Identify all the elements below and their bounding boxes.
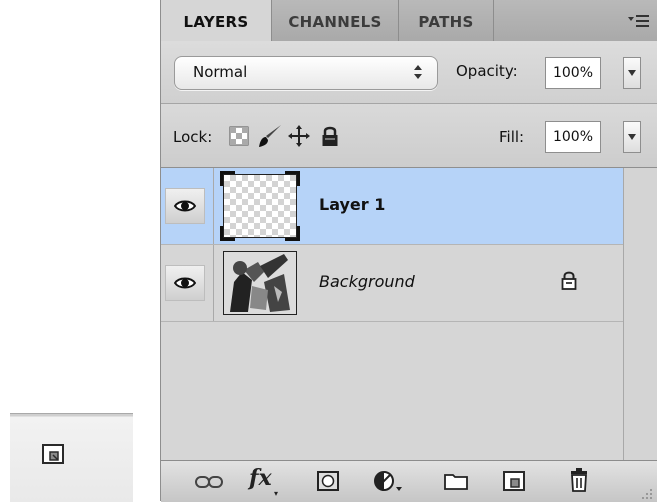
layer-row-background[interactable]: Background [161,245,624,322]
eye-icon [165,265,205,301]
layers-scrollbar[interactable] [623,168,657,460]
lock-pixels-brush-icon[interactable] [257,123,283,153]
layers-panel: LAYERS CHANNELS PATHS Normal Opacity: 10… [160,0,657,502]
blend-opacity-row: Normal Opacity: 100% [161,41,657,104]
fill-dropdown-button[interactable] [623,121,641,153]
lock-all-padlock-icon[interactable] [321,125,339,151]
opacity-label: Opacity: [456,62,518,80]
layers-list: Layer 1 Background [161,168,657,460]
fx-icon[interactable]: fx [249,465,272,491]
adjustment-layer-icon[interactable] [373,470,403,496]
visibility-toggle[interactable] [161,245,214,321]
layers-footer-toolbar: fx ▾ [161,460,657,502]
fill-input[interactable]: 100% [545,121,601,153]
tab-paths[interactable]: PATHS [399,0,494,41]
lock-label: Lock: [173,128,213,146]
folder-icon[interactable] [444,472,468,494]
eye-icon [165,188,205,224]
lock-transparency-icon[interactable] [229,126,249,150]
link-layers-icon[interactable] [195,474,223,493]
blend-mode-value: Normal [193,63,248,81]
mask-icon[interactable] [317,471,339,495]
resize-grip-icon[interactable] [639,485,653,504]
new-layer-icon [42,444,64,468]
visibility-toggle[interactable] [161,168,214,244]
layer-row-layer-1[interactable]: Layer 1 [161,168,624,245]
layer-thumbnail-image [223,251,297,315]
trash-icon[interactable] [569,468,589,496]
background-photo-icon [224,252,296,314]
layer-thumbnail-transparent [220,171,300,241]
chevron-down-icon [628,70,636,76]
tab-channels[interactable]: CHANNELS [272,0,399,41]
fill-label: Fill: [499,128,525,146]
panel-menu-icon[interactable] [628,13,650,27]
opacity-input[interactable]: 100% [545,57,601,89]
updown-arrows-icon [413,62,423,82]
layer-name[interactable]: Layer 1 [319,195,385,214]
panel-tab-bar: LAYERS CHANNELS PATHS [161,0,657,42]
chevron-down-icon [628,134,636,140]
new-layer-floating-button[interactable] [10,413,133,502]
fx-dropdown-indicator: ▾ [274,489,279,498]
lock-position-move-icon[interactable] [287,124,311,152]
layer-name[interactable]: Background [319,272,415,291]
tab-layers[interactable]: LAYERS [161,0,272,42]
blend-mode-select[interactable]: Normal [174,56,438,90]
opacity-dropdown-button[interactable] [623,57,641,89]
padlock-icon [561,270,577,294]
new-layer-icon[interactable] [503,471,525,495]
lock-fill-row: Lock: Fill: 100% [161,104,657,168]
